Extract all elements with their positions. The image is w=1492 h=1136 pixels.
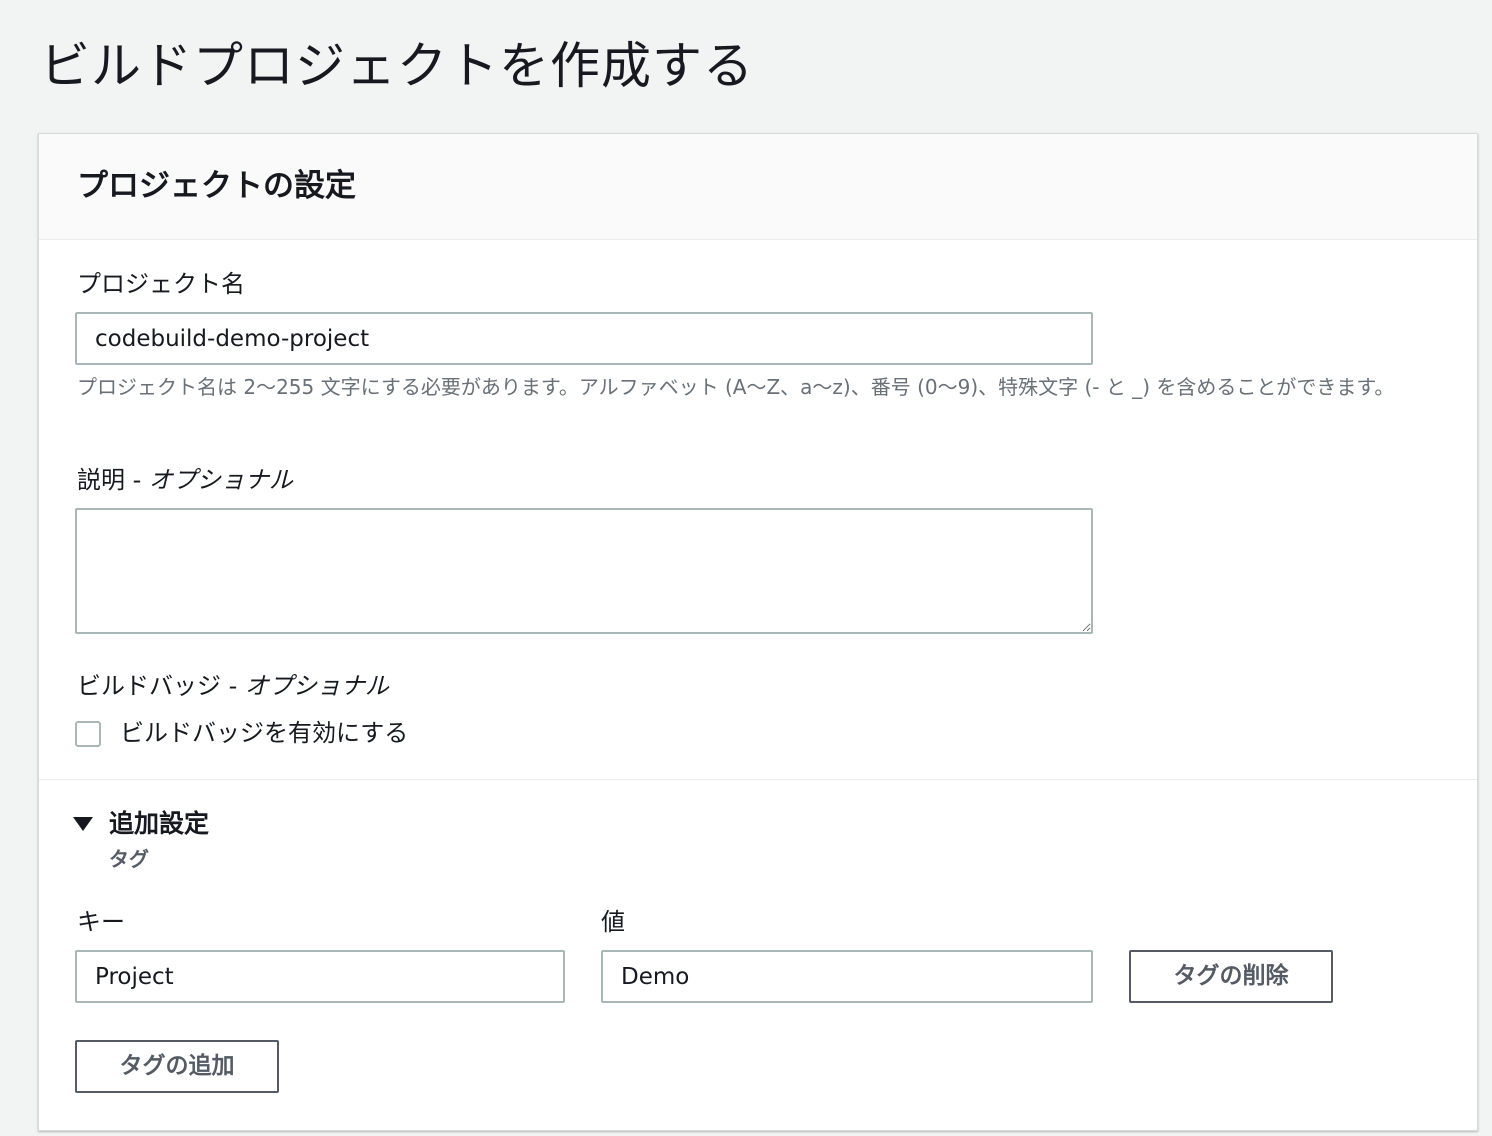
tag-value-input[interactable] xyxy=(601,950,1093,1003)
tag-key-input[interactable] xyxy=(75,950,565,1003)
description-textarea[interactable] xyxy=(75,508,1093,634)
build-badge-label-text: ビルドバッジ xyxy=(77,672,221,700)
section-divider xyxy=(39,779,1477,780)
build-badge-label-separator: - xyxy=(221,672,245,700)
additional-settings-label: 追加設定 xyxy=(109,809,210,838)
build-badge-checkbox-label[interactable]: ビルドバッジを有効にする xyxy=(120,716,408,750)
page-title: ビルドプロジェクトを作成する xyxy=(40,37,754,95)
tags-heading: タグ xyxy=(109,847,149,871)
project-name-label: プロジェクト名 xyxy=(77,270,245,298)
build-badge-checkbox[interactable] xyxy=(75,721,101,747)
project-settings-panel: プロジェクトの設定 プロジェクト名 プロジェクト名は 2〜255 文字にする必要… xyxy=(38,133,1478,1131)
remove-tag-button[interactable]: タグの削除 xyxy=(1129,950,1333,1003)
description-label-text: 説明 xyxy=(77,466,125,494)
description-optional-text: オプショナル xyxy=(148,466,293,494)
description-label-separator: - xyxy=(125,466,149,494)
build-badge-optional-text: オプショナル xyxy=(244,672,389,700)
additional-settings-toggle[interactable]: 追加設定 xyxy=(73,807,209,841)
project-name-input[interactable] xyxy=(75,312,1093,365)
description-label: 説明 - オプショナル xyxy=(77,463,293,497)
tag-value-label: 値 xyxy=(601,908,625,936)
tag-key-label: キー xyxy=(77,908,125,936)
project-name-hint: プロジェクト名は 2〜255 文字にする必要があります。アルファベット (A〜Z… xyxy=(77,375,1395,399)
panel-header: プロジェクトの設定 xyxy=(39,134,1477,240)
build-badge-label: ビルドバッジ - オプショナル xyxy=(77,669,389,703)
add-tag-button[interactable]: タグの追加 xyxy=(75,1040,279,1093)
panel-title: プロジェクトの設定 xyxy=(77,168,356,204)
caret-down-icon xyxy=(73,817,93,831)
